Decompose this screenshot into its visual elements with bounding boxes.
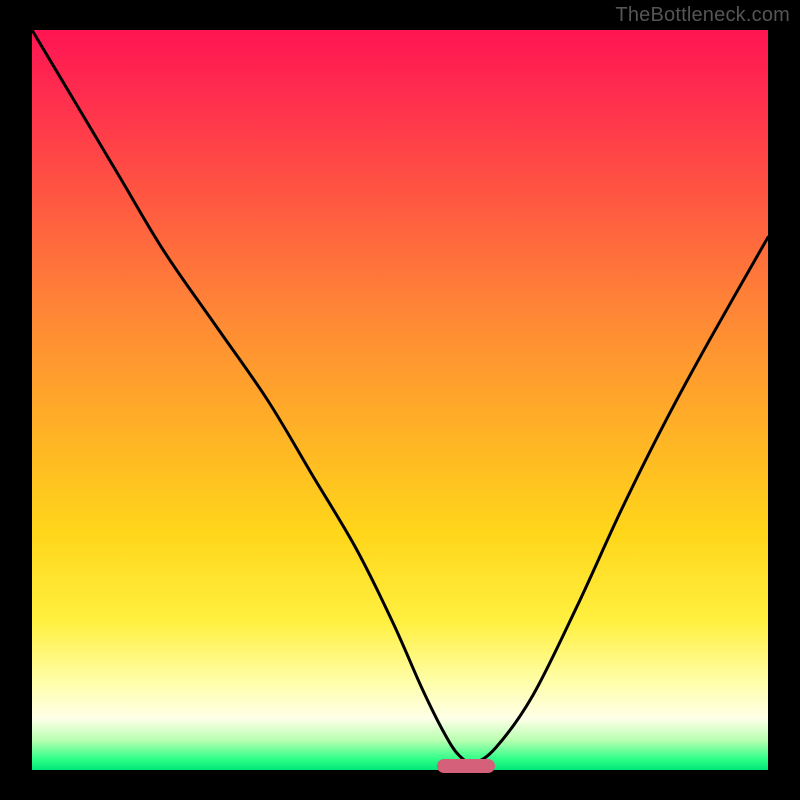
optimal-range-marker — [437, 759, 495, 773]
bottleneck-curve — [32, 30, 768, 770]
watermark-text: TheBottleneck.com — [615, 4, 790, 27]
chart-frame: TheBottleneck.com — [0, 0, 800, 800]
curve-path — [32, 30, 768, 763]
plot-area — [32, 30, 768, 770]
